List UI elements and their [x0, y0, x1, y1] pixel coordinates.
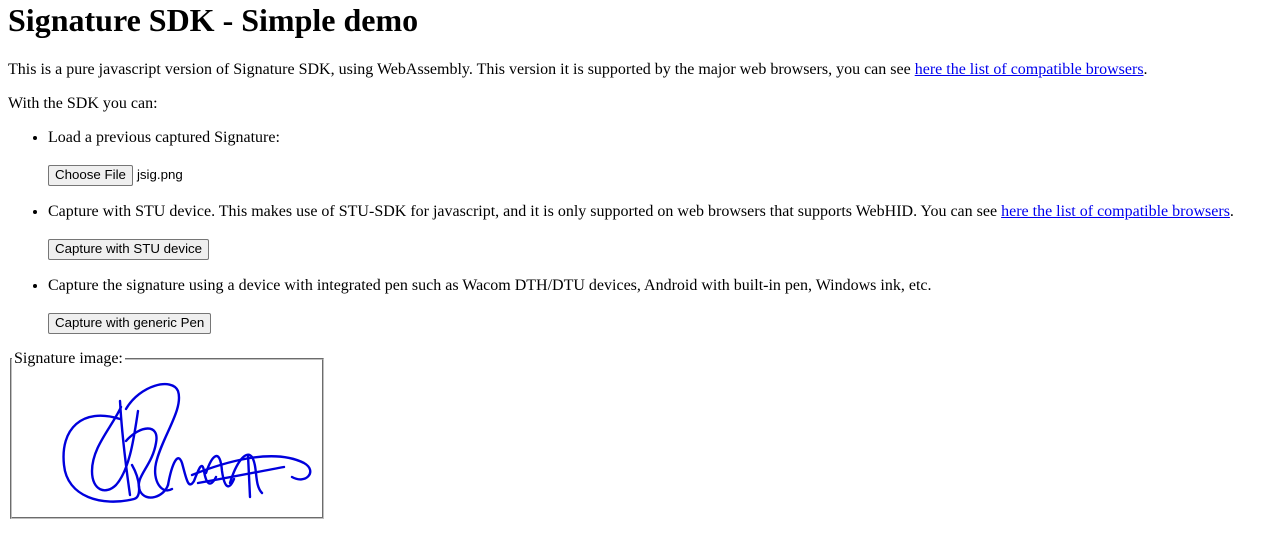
intro-suffix: .	[1143, 61, 1148, 78]
file-chooser: Choose File jsig.png	[48, 164, 1260, 186]
feature-item-load: Load a previous captured Signature: Choo…	[48, 129, 1260, 186]
signature-image-box: Signature image:	[10, 351, 324, 519]
stu-capture-row: Capture with STU device	[48, 238, 1260, 260]
intro-text: This is a pure javascript version of Sig…	[8, 61, 915, 78]
signature-image-legend: Signature image:	[14, 350, 123, 367]
feature-stu-text: Capture with STU device. This makes use …	[48, 203, 1002, 220]
choose-file-button[interactable]: Choose File	[48, 164, 133, 186]
feature-item-pen: Capture the signature using a device wit…	[48, 277, 1260, 334]
with-sdk-text: With the SDK you can:	[8, 95, 158, 112]
webhid-browsers-link[interactable]: here the list of compatible browsers	[1001, 203, 1230, 220]
selected-file-name: jsig.png	[136, 167, 183, 182]
feature-load-text: Load a previous captured Signature:	[48, 129, 280, 146]
compatible-browsers-link[interactable]: here the list of compatible browsers	[915, 61, 1144, 78]
feature-item-stu: Capture with STU device. This makes use …	[48, 203, 1260, 260]
signature-strokes	[62, 382, 312, 503]
pen-capture-row: Capture with generic Pen	[48, 312, 1260, 334]
signature-drawing	[62, 382, 312, 503]
intro-paragraph: This is a pure javascript version of Sig…	[8, 61, 1260, 79]
capture-stu-button[interactable]: Capture with STU device	[48, 238, 210, 260]
feature-pen-text: Capture the signature using a device wit…	[48, 277, 932, 294]
feature-stu-suffix: .	[1229, 203, 1234, 220]
page: Signature SDK - Simple demo This is a pu…	[0, 0, 1268, 519]
signature-image	[22, 367, 312, 517]
feature-list: Load a previous captured Signature: Choo…	[8, 129, 1260, 334]
capture-pen-button[interactable]: Capture with generic Pen	[48, 312, 212, 334]
page-title: Signature SDK - Simple demo	[8, 2, 419, 38]
